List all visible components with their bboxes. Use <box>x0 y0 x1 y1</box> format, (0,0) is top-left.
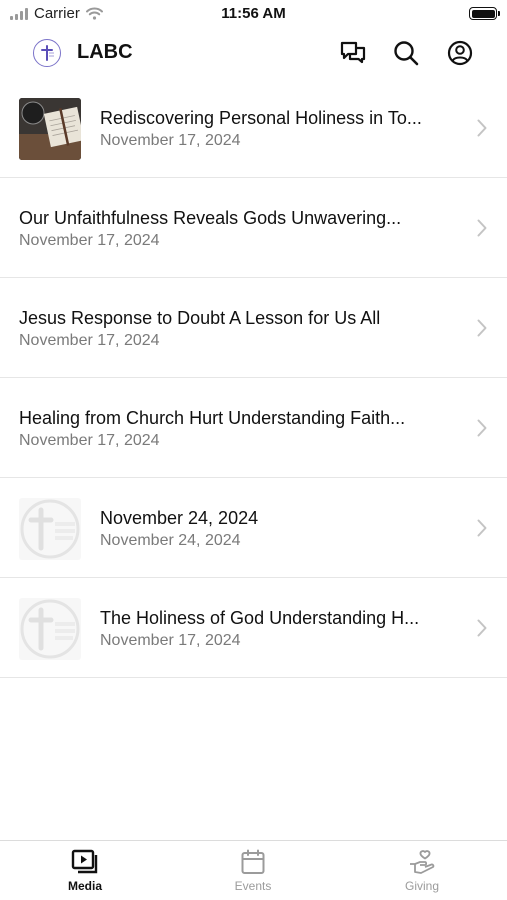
sermon-date: November 24, 2024 <box>100 532 241 549</box>
sermon-title: Jesus Response to Doubt A Lesson for Us … <box>19 308 381 328</box>
list-item[interactable]: Healing from Church Hurt Understanding F… <box>0 378 507 478</box>
sermon-title: The Holiness of God Understanding H... <box>100 608 420 628</box>
chevron-right-icon <box>477 119 487 137</box>
list-item-text: Healing from Church Hurt Understanding F… <box>19 407 461 452</box>
sermon-title: Rediscovering Personal Holiness in To... <box>100 108 422 128</box>
list-item-text: The Holiness of God Understanding H... N… <box>100 607 461 652</box>
chevron-right-icon <box>477 219 487 237</box>
media-icon <box>71 849 98 874</box>
list-item[interactable]: Jesus Response to Doubt A Lesson for Us … <box>0 278 507 378</box>
sermon-title: November 24, 2024 <box>100 508 259 528</box>
tab-events[interactable]: Events <box>198 849 308 893</box>
chevron-right-icon <box>477 319 487 337</box>
media-list: Rediscovering Personal Holiness in To...… <box>0 78 507 678</box>
tab-media[interactable]: Media <box>30 849 140 893</box>
list-item[interactable]: Rediscovering Personal Holiness in To...… <box>0 78 507 178</box>
chevron-right-icon <box>477 619 487 637</box>
church-logo-icon <box>33 39 61 67</box>
sermon-date: November 17, 2024 <box>100 632 241 649</box>
chat-icon[interactable] <box>338 38 368 68</box>
sermon-date: November 17, 2024 <box>19 432 160 449</box>
tab-label: Giving <box>404 879 439 893</box>
list-item[interactable]: The Holiness of God Understanding H... N… <box>0 578 507 678</box>
status-bar: Carrier 11:56 AM <box>0 0 507 28</box>
sermon-thumbnail <box>19 98 81 160</box>
giving-icon <box>410 850 435 874</box>
profile-icon[interactable] <box>445 38 475 68</box>
list-item[interactable]: Our Unfaithfulness Reveals Gods Unwaveri… <box>0 178 507 278</box>
battery-icon <box>469 7 500 20</box>
sermon-date: November 17, 2024 <box>19 332 160 349</box>
chevron-right-icon <box>477 419 487 437</box>
sermon-title: Our Unfaithfulness Reveals Gods Unwaveri… <box>19 208 402 228</box>
chevron-right-icon <box>477 519 487 537</box>
church-logo-thumbnail <box>19 598 81 660</box>
calendar-icon <box>241 849 265 874</box>
list-item-text: Rediscovering Personal Holiness in To...… <box>100 107 461 152</box>
list-item[interactable]: November 24, 2024 November 24, 2024 <box>0 478 507 578</box>
sermon-title: Healing from Church Hurt Understanding F… <box>19 408 406 428</box>
sermon-date: November 17, 2024 <box>19 232 160 249</box>
search-icon[interactable] <box>391 38 421 68</box>
tab-bar: Media Events Giving <box>0 840 507 900</box>
tab-label: Media <box>67 879 102 893</box>
status-time: 11:56 AM <box>221 5 286 22</box>
tab-label: Events <box>234 879 272 893</box>
sermon-date: November 17, 2024 <box>100 132 241 149</box>
list-item-text: Our Unfaithfulness Reveals Gods Unwaveri… <box>19 207 461 252</box>
church-logo-thumbnail <box>19 498 81 560</box>
list-item-text: Jesus Response to Doubt A Lesson for Us … <box>19 307 461 352</box>
app-title: LABC <box>77 41 133 63</box>
tab-giving[interactable]: Giving <box>367 849 477 893</box>
app-header: LABC <box>0 30 507 76</box>
list-item-text: November 24, 2024 November 24, 2024 <box>100 507 461 552</box>
